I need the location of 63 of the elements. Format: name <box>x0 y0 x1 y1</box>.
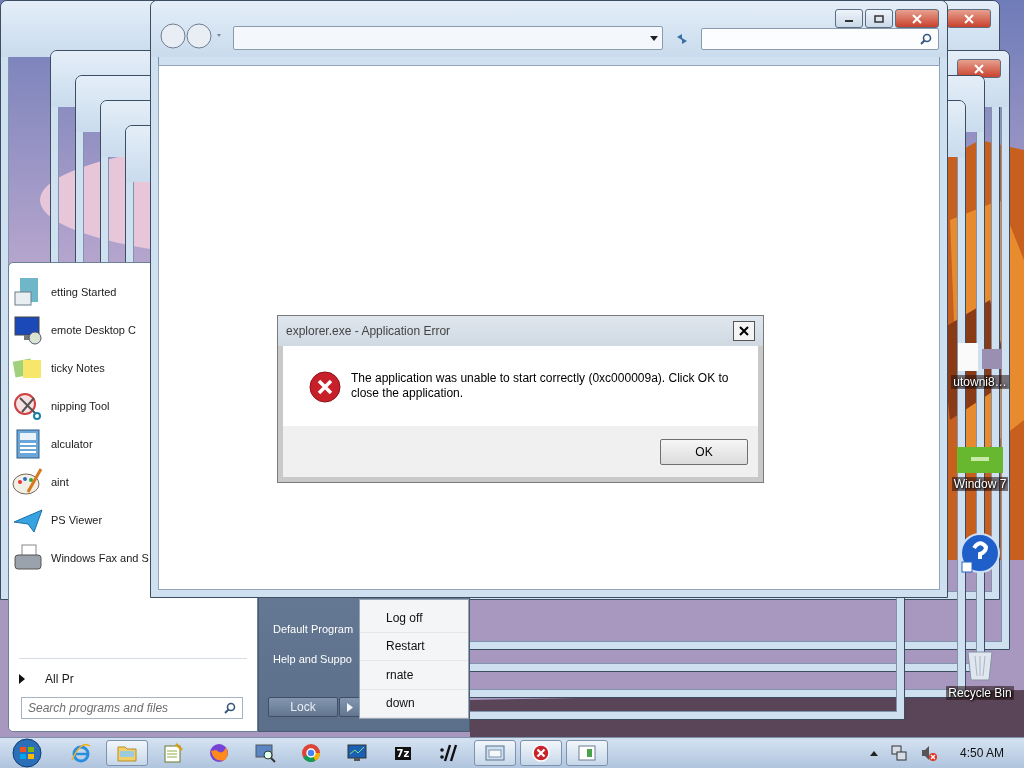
muted-speaker-icon[interactable] <box>919 744 938 762</box>
maximize-icon <box>874 14 884 23</box>
menu-item[interactable]: rnate <box>360 661 468 690</box>
program-item[interactable]: ticky Notes <box>51 362 105 374</box>
menu-item[interactable]: Log off <box>360 604 468 633</box>
browser-e-icon <box>70 742 92 764</box>
monitor-magnifier-icon <box>254 742 276 764</box>
caret-up-icon[interactable] <box>869 750 878 756</box>
maximize-button[interactable] <box>865 9 893 28</box>
desktop-icon-label[interactable]: utowni8… <box>951 375 1009 389</box>
close-icon <box>973 63 985 74</box>
all-programs-link[interactable]: All Pr <box>45 672 74 686</box>
close-button[interactable] <box>733 321 755 341</box>
address-field[interactable] <box>233 26 663 50</box>
network-icon[interactable] <box>889 744 908 762</box>
program-item[interactable]: alculator <box>51 438 93 450</box>
minimize-button[interactable] <box>835 9 863 28</box>
desktop-icon-label[interactable]: Recycle Bin <box>946 686 1014 700</box>
start-menu-link[interactable]: Help and Suppo <box>268 653 352 683</box>
slashes-logo-icon <box>438 742 460 764</box>
program-item[interactable]: emote Desktop C <box>51 324 136 336</box>
program-item[interactable]: aint <box>51 476 69 488</box>
monitor-icon <box>12 314 44 346</box>
search-icon <box>224 702 236 714</box>
menu-item[interactable]: down <box>360 689 468 718</box>
notepad-icon <box>162 742 184 764</box>
caret-icon <box>650 35 658 41</box>
program-item[interactable]: etting Started <box>51 286 117 298</box>
window-icon <box>484 742 506 764</box>
fox-globe-icon <box>208 742 230 764</box>
error-icon <box>530 742 552 764</box>
triangle-icon <box>19 674 25 684</box>
close-button[interactable] <box>947 9 991 28</box>
search-field[interactable]: Search programs and files <box>21 697 243 719</box>
scissors-icon <box>12 390 44 422</box>
monitor-icon <box>346 742 368 764</box>
search-icon <box>920 33 932 45</box>
taskbar-button[interactable]: 7z <box>382 740 424 766</box>
thumbnail-icon[interactable] <box>958 343 1002 371</box>
program-item[interactable]: PS Viewer <box>51 514 103 526</box>
menu-item[interactable]: Restart <box>360 632 468 661</box>
help-icon[interactable] <box>959 532 1001 574</box>
close-icon <box>963 13 975 24</box>
error-icon <box>309 371 341 403</box>
ok-button[interactable]: OK <box>660 438 748 465</box>
chrome-logo-icon <box>300 742 322 764</box>
close-icon <box>739 326 749 336</box>
arrow-button[interactable] <box>339 697 361 717</box>
start-menu-link[interactable]: Default Program <box>268 623 354 653</box>
refresh-icon <box>675 32 689 46</box>
clock[interactable]: 4:50 AM <box>959 746 1004 760</box>
search-field[interactable] <box>701 28 939 50</box>
archive-logo: 7z <box>394 746 412 760</box>
triangle-icon <box>347 702 353 712</box>
thumbnail-icon[interactable] <box>957 447 1003 473</box>
window-icon <box>576 742 598 764</box>
start-button[interactable] <box>10 738 44 768</box>
close-icon <box>911 13 923 24</box>
error-message: The application was unable to start correctly (0xc000009a). Click OK to close the application. <box>351 371 730 401</box>
dialog-title: explorer.exe - Application Error <box>286 324 451 338</box>
program-item[interactable]: nipping Tool <box>51 400 110 412</box>
palette-icon <box>12 466 44 498</box>
program-item[interactable]: Windows Fax and S <box>51 552 149 564</box>
